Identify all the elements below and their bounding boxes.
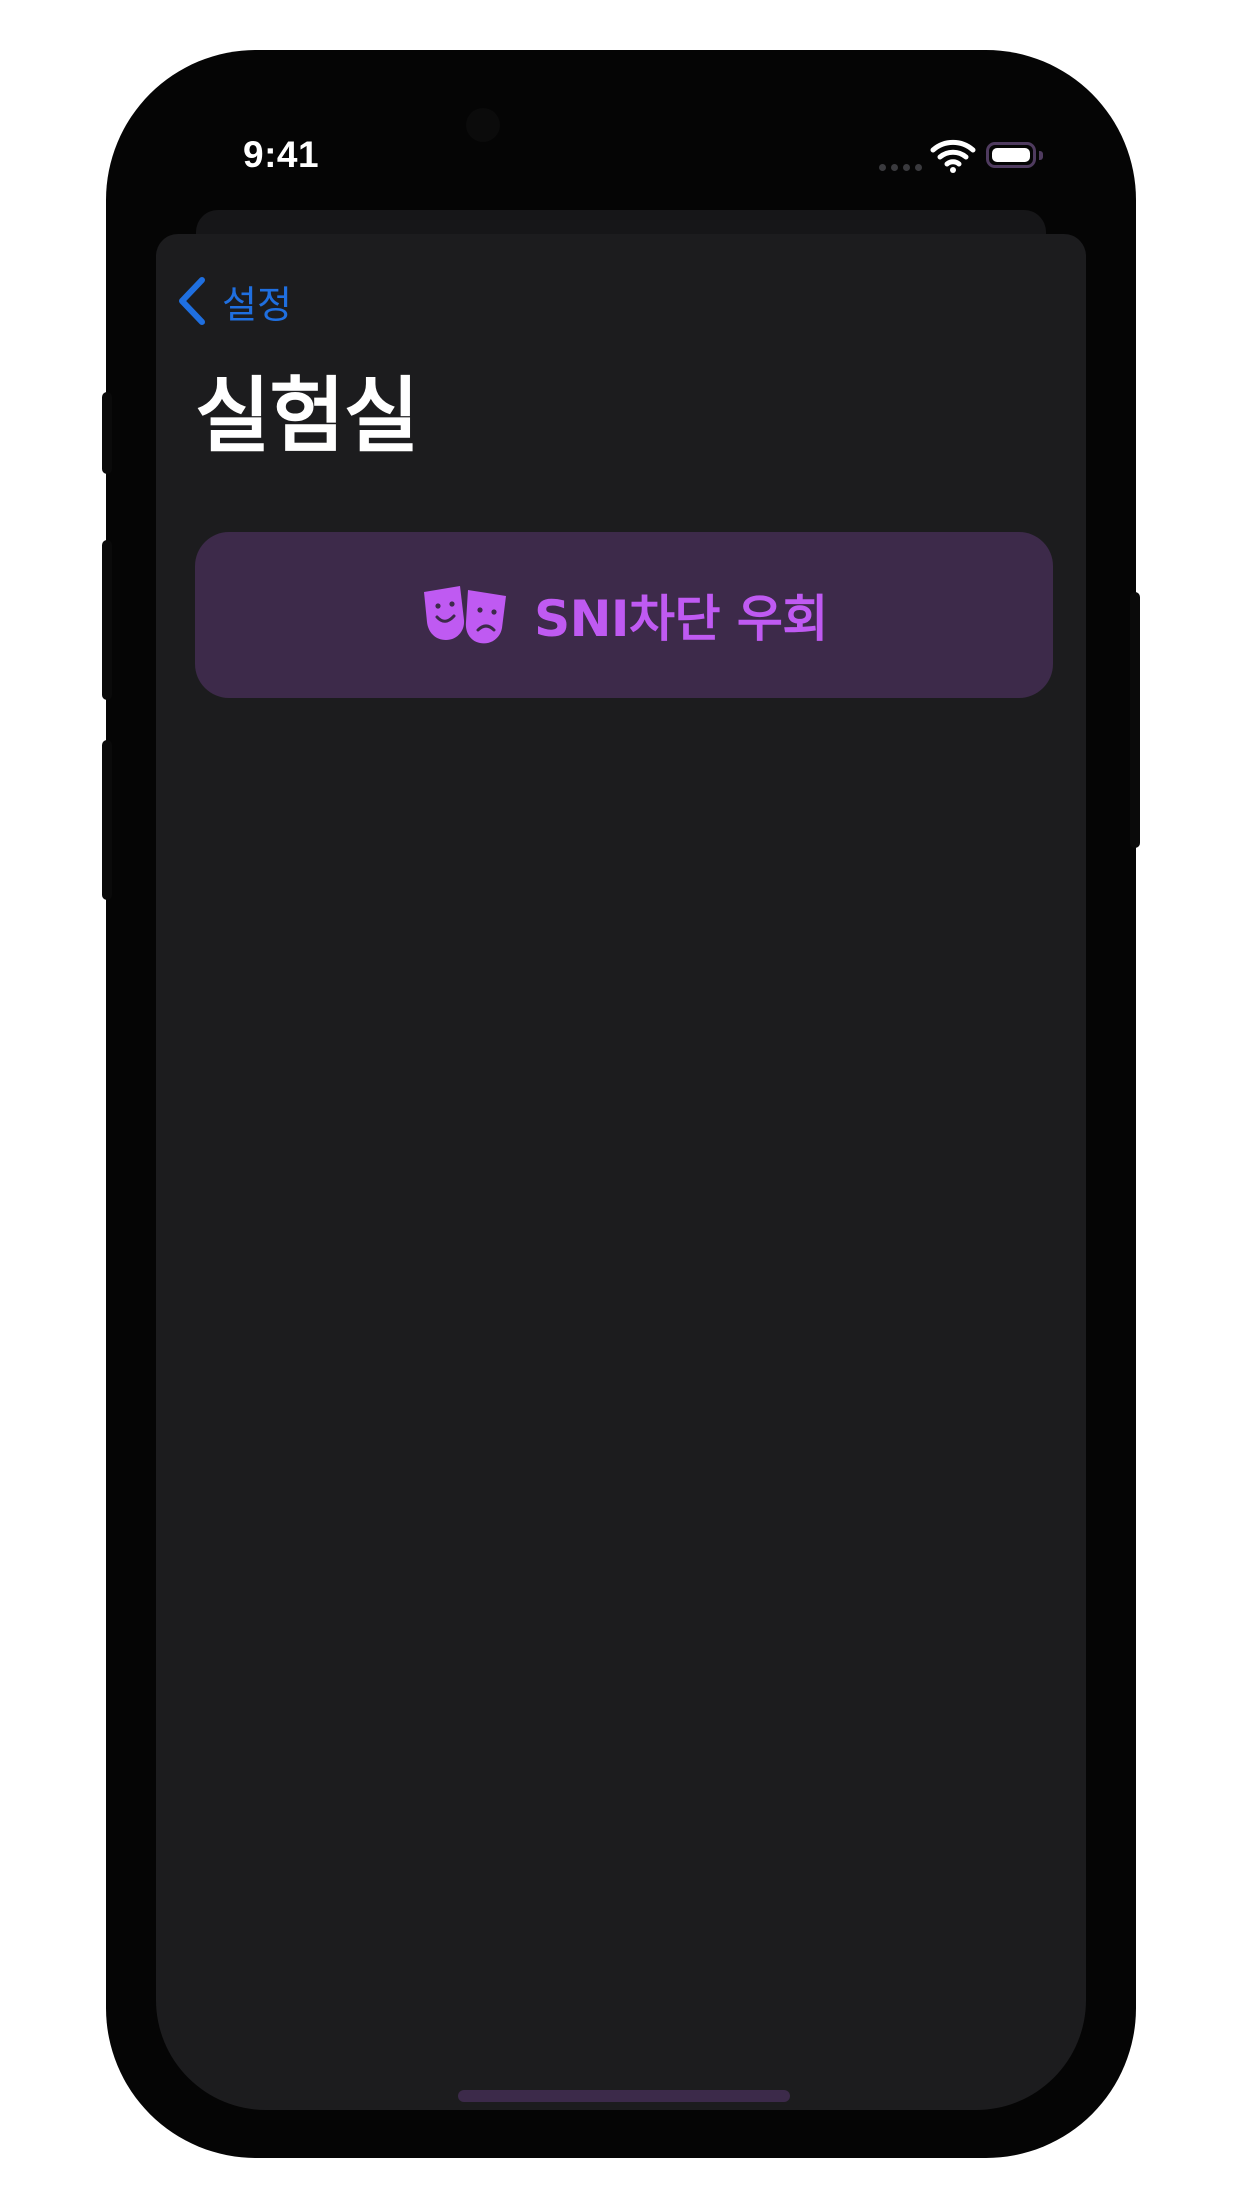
theater-masks-icon — [424, 586, 507, 644]
home-indicator[interactable] — [458, 2090, 790, 2102]
cellular-signal-icon — [879, 164, 922, 171]
volume-down-button — [102, 740, 112, 900]
volume-up-button — [102, 540, 112, 700]
battery-icon — [986, 142, 1036, 168]
front-camera — [466, 108, 500, 142]
back-button[interactable]: 설정 — [176, 274, 292, 328]
status-time: 9:41 — [243, 134, 320, 175]
mute-switch — [102, 392, 112, 474]
battery-cap — [1039, 151, 1043, 160]
wifi-icon — [930, 139, 976, 173]
chevron-left-icon — [179, 277, 205, 325]
screen — [156, 234, 1086, 2110]
sni-bypass-label: SNI차단 우회 — [534, 590, 828, 648]
back-button-label: 설정 — [222, 282, 292, 327]
sni-bypass-button[interactable]: SNI차단 우회 — [195, 532, 1053, 698]
page-title: 실험실 — [195, 369, 419, 464]
power-button — [1130, 592, 1140, 848]
